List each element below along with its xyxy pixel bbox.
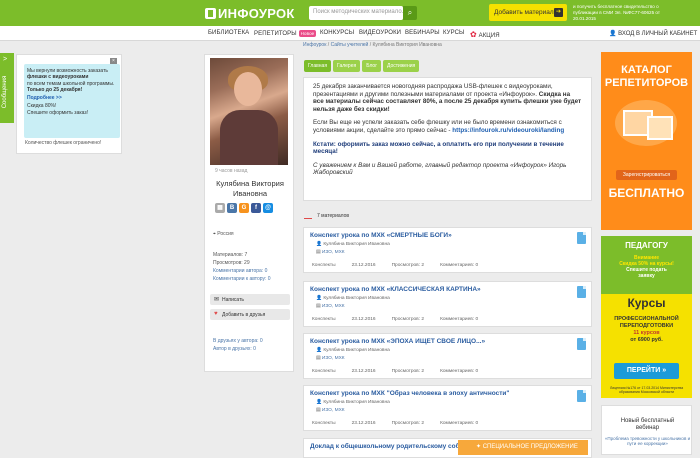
tab-blog[interactable]: Блог [362,60,382,72]
promo-footer: Количество флешек ограничено! [25,140,102,146]
tab-gallery[interactable]: Галерея [333,60,361,72]
certificate-note: и получить бесплатное свидетельство о пу… [573,4,660,21]
material-meta: Конспекты 23.12.2016 Просмотров: 2 Коммента… [312,263,479,268]
more-link[interactable]: Подробнее >> [27,95,117,101]
search-button[interactable]: ⌕ [403,6,417,20]
material-subject: ▤ ИЗО, МХК [316,250,345,255]
vk-icon[interactable]: В [227,203,237,213]
arrow-right-icon: ➔ [554,8,563,17]
material-title[interactable]: Доклад к общешкольному родительскому соб… [310,443,481,450]
sale-notice: 25 декабря заканчивается новогодняя расп… [303,77,592,201]
site-logo[interactable]: ИНФОУРОК [205,6,295,21]
material-author: 👤 Кулябина Виктория Ивановна [316,242,390,247]
promo-bubble: Мы вернули возможность заказать флешки с… [24,64,120,138]
add-material-button[interactable]: Добавить материал ➔ [489,4,567,21]
last-online: 9 часов назад [215,168,248,174]
tab-main[interactable]: Главная [304,60,332,72]
top-bar: ИНФОУРОК Поиск методических материало...… [0,0,700,26]
material-card[interactable]: Конспект урока по МХК «СМЕРТНЫЕ БОГИ» 👤 … [303,227,592,273]
search-icon: ⌕ [407,8,413,17]
document-icon [577,232,586,244]
landing-link[interactable]: https://infourok.ru/videouroki/landing [452,127,564,134]
main-nav: БИБЛИОТЕКА РЕПЕТИТОРЫ Новое КОНКУРСЫ ВИДЕ… [0,26,700,41]
material-title[interactable]: Конспект урока по МХК «ЭПОХА ИЩЕТ СВОЁ Л… [310,338,485,345]
material-card[interactable]: Конспект урока по МХК "Образ человека в … [303,385,592,431]
comments-to-author[interactable]: Комментарии к автору: 0 [213,275,271,283]
add-friend-button[interactable]: ♥ Добавить в друзья [210,309,290,320]
material-title[interactable]: Конспект урока по МХК "Образ человека в … [310,390,510,397]
mail-icon[interactable]: @ [263,203,273,213]
material-meta: Конспекты 23.12.2016 Просмотров: 2 Коммента… [312,369,479,374]
logo-icon [205,8,216,19]
user-icon: 👤 [609,31,617,37]
register-button[interactable]: Зарегистрироваться [616,170,677,180]
facebook-icon[interactable]: f [251,203,261,213]
material-card[interactable]: Конспект урока по МХК «ЭПОХА ИЩЕТ СВОЁ Л… [303,333,592,379]
folder-icon: ▤ [316,408,321,413]
search-input[interactable]: Поиск методических материало... [309,6,403,20]
nav-courses[interactable]: КУРСЫ [443,30,464,36]
social-links: ▦ В G f @ [215,203,273,213]
user-icon: 👤 [316,242,322,247]
write-button[interactable]: ✉ Написать [210,294,290,305]
courses-banner[interactable]: ПЕДАГОГУ Внимание Скидка 50% на курсы! Сп… [601,236,692,398]
user-icon: 👤 [316,348,322,353]
user-icon: 👤 [316,400,322,405]
material-author: 👤 Кулябина Виктория Ивановна [316,296,390,301]
material-author: 👤 Кулябина Виктория Ивановна [316,400,390,405]
author-profile: 9 часов назад Кулябина Виктория Ивановна… [204,54,294,372]
location-icon: ⌖ [213,231,216,237]
nav-videolessons[interactable]: ВИДЕОУРОКИ [359,30,401,36]
rose-icon: ✿ [470,30,477,39]
material-meta: Конспекты 23.12.2016 Просмотров: 2 Коммента… [312,317,479,322]
breadcrumb: Инфоурок / Сайты учителей / Кулябина Вик… [303,42,442,48]
nav-contests[interactable]: КОНКУРСЫ [320,30,354,36]
nav-webinars[interactable]: ВЕБИНАРЫ [405,30,440,36]
ok-icon[interactable]: G [239,203,249,213]
catalog-illustration [615,100,677,146]
folder-icon: ▤ [316,250,321,255]
pencil-icon [304,212,312,219]
materials-count: 7 материалов [304,212,349,219]
message-icon: ✉ [214,297,220,303]
flash-promo-box: × Мы вернули возможность заказать флешки… [16,54,122,154]
folder-icon: ▤ [316,356,321,361]
author-photo [210,58,288,165]
material-card[interactable]: Конспект урока по МХК «КЛАССИЧЕСКАЯ КАРТ… [303,281,592,327]
go-button[interactable]: ПЕРЕЙТИ » [614,363,679,379]
gift-icon: ✦ [476,444,482,450]
comments-by-author[interactable]: Комментарии автора: 0 [213,267,271,275]
user-icon: 👤 [316,296,322,301]
nav-library[interactable]: БИБЛИОТЕКА [208,30,249,36]
material-subject: ▤ ИЗО, МХК [316,304,345,309]
heart-icon: ♥ [214,311,218,317]
new-badge: Новое [298,30,317,37]
author-name: Кулябина Виктория Ивановна [216,179,284,198]
material-subject: ▤ ИЗО, МХК [316,408,345,413]
material-meta: Конспекты 23.12.2016 Просмотров: 2 Коммента… [312,421,479,426]
messages-tab[interactable]: > Сообщения [0,53,14,123]
author-stats: Материалов: 7 Просмотров: 29 Комментарии… [213,252,271,283]
tab-achievements[interactable]: Достижения [383,60,420,72]
profile-tabs: Главная Галерея Блог Достижения [304,60,420,72]
material-author: 👤 Кулябина Виктория Ивановна [316,348,390,353]
folder-icon: ▤ [316,304,321,309]
users-icon: ▦ [215,203,225,213]
special-offer-button[interactable]: ✦ СПЕЦИАЛЬНОЕ ПРЕДЛОЖЕНИЕ [458,440,588,455]
cabinet-link[interactable]: 👤 ВХОД В ЛИЧНЫЙ КАБИНЕТ [609,30,697,37]
nav-tutors[interactable]: РЕПЕТИТОРЫ Новое [254,30,317,37]
material-title[interactable]: Конспект урока по МХК «КЛАССИЧЕСКАЯ КАРТ… [310,286,481,293]
document-icon [577,390,586,402]
document-icon [577,338,586,350]
material-subject: ▤ ИЗО, МХК [316,356,345,361]
author-city: ⌖ Россия [213,231,234,237]
webinar-banner[interactable]: Новый бесплатный вебинар «Проблема тревож… [601,405,692,455]
tutors-catalog-banner[interactable]: КАТАЛОГ РЕПЕТИТОРОВ Зарегистрироваться БЕ… [601,52,692,230]
nav-promo[interactable]: ✿ АКЦИЯ [470,30,500,39]
document-icon [577,286,586,298]
friends-info: В друзьях у автора: 0 Автор в друзьях: 0 [213,338,263,352]
material-title[interactable]: Конспект урока по МХК «СМЕРТНЫЕ БОГИ» [310,232,452,239]
